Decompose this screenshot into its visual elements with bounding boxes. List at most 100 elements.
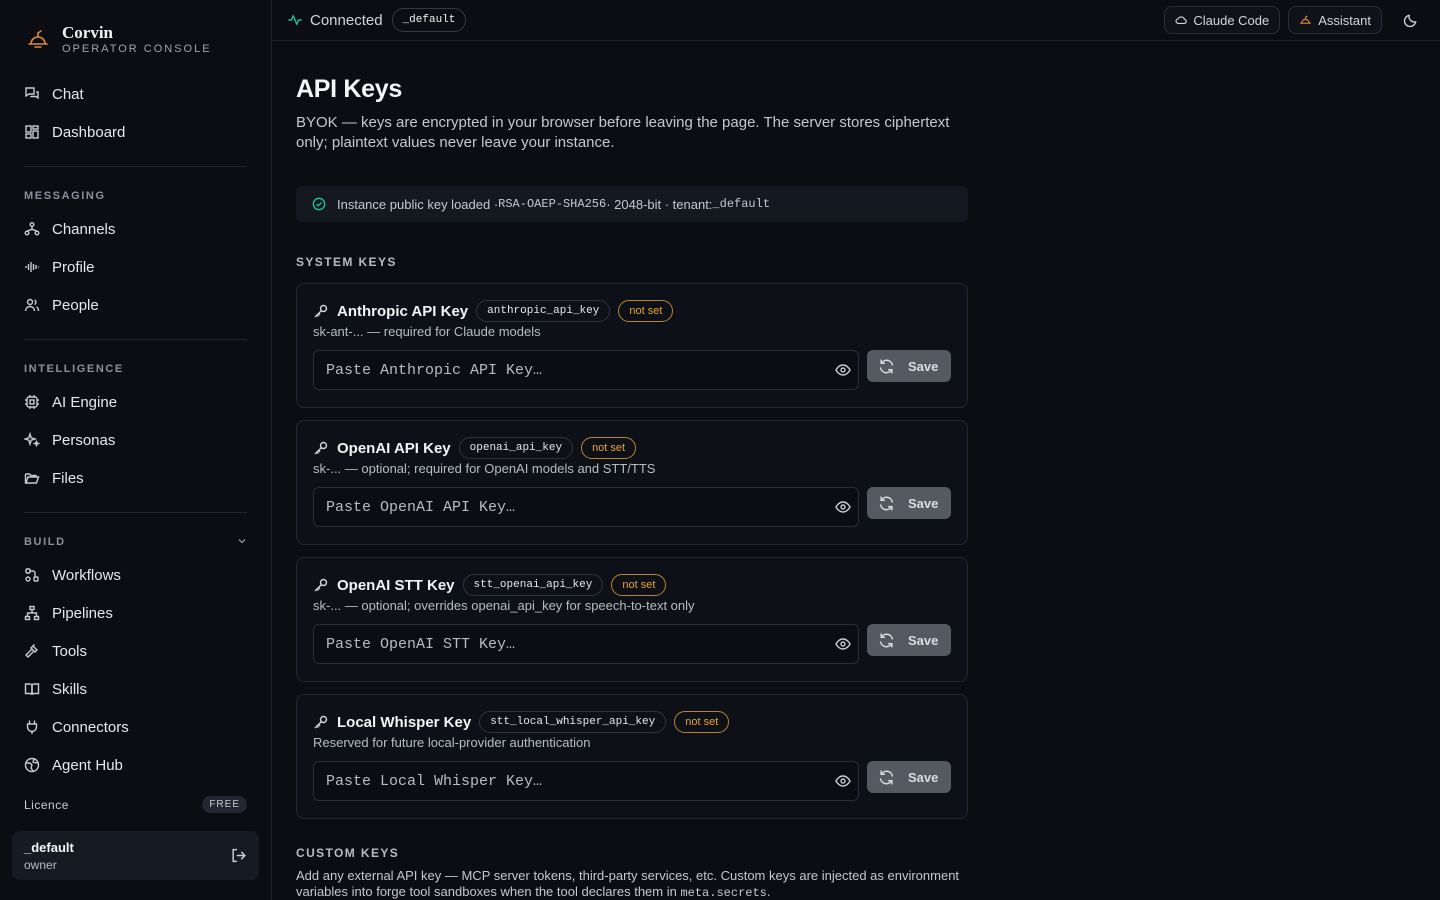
save-button[interactable]: Save: [867, 761, 951, 793]
key-description: Reserved for future local-provider authe…: [313, 735, 591, 750]
sparkles-icon: [24, 432, 40, 448]
api-keys-page: API Keys BYOK — keys are encrypted in yo…: [272, 75, 992, 900]
sidebar-item-personas[interactable]: Personas: [24, 421, 247, 459]
key-description: sk-... — optional; overrides openai_api_…: [313, 598, 695, 613]
public-key-notice: Instance public key loaded · RSA-OAEP-SH…: [296, 186, 968, 222]
key-name: Local Whisper Key: [337, 713, 472, 731]
sidebar-item-label: Agent Hub: [52, 756, 123, 774]
assistant-label: Assistant: [1318, 12, 1371, 28]
key-card-local-whisper: Local Whisper Key stt_local_whisper_api_…: [296, 694, 968, 819]
sidebar-item-label: Profile: [52, 258, 95, 276]
sidebar-item-skills[interactable]: Skills: [24, 670, 247, 708]
topbar: Connected _default Claude Code Assistant: [272, 0, 1440, 41]
openai-key-input[interactable]: Paste OpenAI API Key…: [313, 487, 859, 527]
anthropic-key-input[interactable]: Paste Anthropic API Key…: [313, 350, 859, 390]
sidebar-item-label: Tools: [52, 642, 88, 660]
key-name: OpenAI STT Key: [337, 576, 455, 594]
plug-icon: [24, 719, 40, 735]
input-placeholder: Paste Anthropic API Key…: [326, 361, 543, 379]
corvin-logo-icon: [1299, 14, 1312, 27]
divider: [24, 166, 247, 167]
status-badge: not set: [618, 300, 674, 322]
people-icon: [24, 297, 40, 313]
sidebar-item-pipelines[interactable]: Pipelines: [24, 594, 247, 632]
sidebar-item-chat[interactable]: Chat: [24, 75, 247, 113]
licence-label: Licence: [24, 797, 69, 812]
notice-prefix: Instance public key loaded ·: [337, 196, 499, 212]
user-name: _default: [24, 839, 74, 855]
sidebar-item-label: Dashboard: [52, 123, 126, 141]
sidebar-item-files[interactable]: Files: [24, 459, 247, 497]
notice-mid: · 2048-bit · tenant:: [606, 196, 713, 212]
key-id-badge: openai_api_key: [458, 437, 574, 459]
sidebar-item-profile[interactable]: Profile: [24, 248, 247, 286]
input-placeholder: Paste OpenAI STT Key…: [326, 635, 516, 653]
local-whisper-key-input[interactable]: Paste Local Whisper Key…: [313, 761, 859, 801]
page-description: BYOK — keys are encrypted in your browse…: [296, 114, 950, 151]
save-button[interactable]: Save: [867, 624, 951, 656]
notice-tenant: _default: [712, 197, 771, 211]
section-title-intelligence: INTELLIGENCE: [24, 363, 124, 375]
sidebar-nav: Chat Dashboard MESSAGING Channels Profil…: [0, 58, 271, 784]
user-card: _default owner: [12, 831, 259, 880]
logout-icon[interactable]: [230, 847, 247, 864]
save-label: Save: [908, 769, 939, 785]
moon-icon[interactable]: [1396, 6, 1424, 34]
licence-badge: FREE: [202, 796, 247, 813]
input-placeholder: Paste Local Whisper Key…: [326, 772, 543, 790]
globe-icon: [24, 757, 40, 773]
status-badge: not set: [674, 711, 730, 733]
key-icon: [313, 577, 329, 593]
sidebar-item-label: Skills: [52, 680, 88, 698]
notice-algo: RSA-OAEP-SHA256: [498, 197, 607, 211]
workflow-icon: [24, 567, 40, 583]
brand[interactable]: Corvin OPERATOR CONSOLE: [0, 0, 271, 58]
sidebar-item-label: Pipelines: [52, 604, 113, 622]
sidebar-item-label: Personas: [52, 431, 116, 449]
key-card-anthropic: Anthropic API Key anthropic_api_key not …: [296, 283, 968, 408]
sidebar-item-channels[interactable]: Channels: [24, 210, 247, 248]
key-icon: [313, 714, 329, 730]
chip-icon: [24, 394, 40, 410]
key-card-openai-stt: OpenAI STT Key stt_openai_api_key not se…: [296, 557, 968, 682]
key-name: OpenAI API Key: [337, 439, 451, 457]
openai-stt-key-input[interactable]: Paste OpenAI STT Key…: [313, 624, 859, 664]
sidebar-item-workflows[interactable]: Workflows: [24, 556, 247, 594]
sidebar-item-ai-engine[interactable]: AI Engine: [24, 383, 247, 421]
eye-icon[interactable]: [835, 773, 851, 789]
key-id-badge: stt_openai_api_key: [462, 574, 604, 596]
assistant-button[interactable]: Assistant: [1288, 6, 1382, 34]
key-name: Anthropic API Key: [337, 302, 469, 320]
tenant-chip[interactable]: _default: [391, 8, 467, 32]
section-title-messaging: MESSAGING: [24, 190, 106, 202]
sidebar-item-dashboard[interactable]: Dashboard: [24, 113, 247, 151]
check-circle-icon: [312, 197, 326, 211]
sidebar-item-agent-hub[interactable]: Agent Hub: [24, 746, 247, 784]
chat-icon: [24, 86, 40, 102]
sidebar-item-connectors[interactable]: Connectors: [24, 708, 247, 746]
divider: [24, 339, 247, 340]
hammer-icon: [24, 643, 40, 659]
sidebar-item-people[interactable]: People: [24, 286, 247, 324]
chevron-down-icon[interactable]: [237, 536, 247, 549]
dashboard-icon: [24, 124, 40, 140]
eye-icon[interactable]: [835, 362, 851, 378]
cloud-icon: [1175, 14, 1188, 26]
sidebar: Corvin OPERATOR CONSOLE Chat Dashboard M…: [0, 0, 272, 900]
sidebar-item-tools[interactable]: Tools: [24, 632, 247, 670]
save-label: Save: [908, 358, 939, 374]
eye-icon[interactable]: [835, 499, 851, 515]
sidebar-item-label: People: [52, 296, 99, 314]
sidebar-item-label: Chat: [52, 85, 84, 103]
save-button[interactable]: Save: [867, 487, 951, 519]
sidebar-item-label: AI Engine: [52, 393, 118, 411]
brand-name: Corvin: [62, 22, 113, 42]
sidebar-item-label: Channels: [52, 220, 116, 238]
connection-status: Connected: [310, 11, 383, 29]
save-button[interactable]: Save: [867, 350, 951, 382]
section-title-build[interactable]: BUILD: [24, 531, 247, 553]
brand-subtitle: OPERATOR CONSOLE: [62, 42, 212, 55]
eye-icon[interactable]: [835, 636, 851, 652]
claude-code-button[interactable]: Claude Code: [1164, 6, 1281, 34]
save-label: Save: [908, 632, 939, 648]
